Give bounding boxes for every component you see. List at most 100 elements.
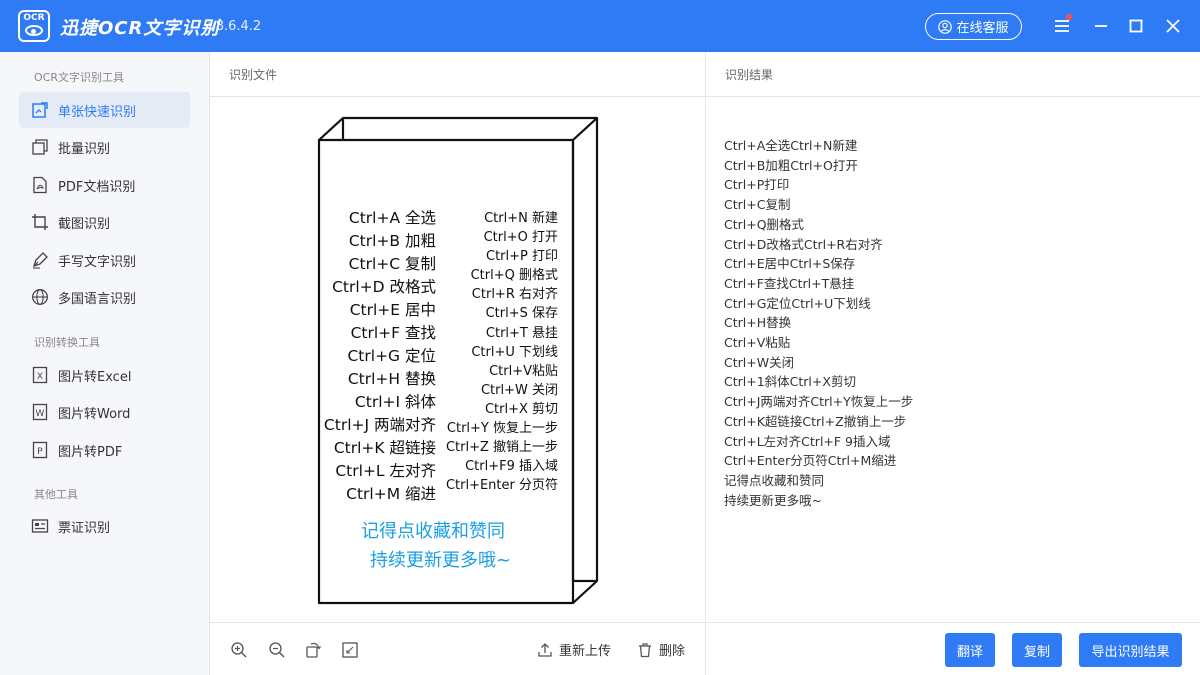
trash-icon (639, 642, 651, 657)
result-line: Ctrl+D改格式Ctrl+R右对齐 (724, 236, 883, 252)
user-icon (938, 19, 953, 34)
book-right-line: Ctrl+U 下划线 (471, 344, 558, 360)
book-left-line: Ctrl+J 两端对齐 (323, 416, 436, 434)
single-image-icon (31, 101, 49, 119)
translate-button[interactable]: 翻译 (945, 633, 995, 667)
minimize-icon (1095, 25, 1107, 27)
eye-icon (25, 25, 43, 36)
book-right-line: Ctrl+S 保存 (485, 306, 558, 322)
copy-button[interactable]: 复制 (1012, 633, 1062, 667)
pen-icon (31, 251, 49, 269)
sidebar-item-pdf-recognition[interactable]: PDF文档识别 (19, 167, 190, 203)
result-line: Ctrl+Enter分页符Ctrl+M缩进 (724, 453, 897, 469)
sidebar: OCR文字识别工具 单张快速识别 批量识别 PDF文档识别 截图识别 手写文字识… (0, 52, 210, 675)
sidebar-item-image-to-excel[interactable]: X 图片转Excel (19, 357, 190, 393)
pdf-file-icon-glyph: P (37, 447, 43, 457)
book-right-line: Ctrl+W 关闭 (480, 382, 558, 398)
sidebar-item-label: PDF文档识别 (58, 179, 136, 195)
sidebar-item-single-recognition[interactable]: 单张快速识别 (19, 92, 190, 128)
crop-icon (31, 213, 49, 231)
upload-icon (538, 642, 552, 657)
title-bar: OCR 迅捷OCR文字识别 v8.6.4.2 在线客服 (0, 0, 1200, 52)
book-right-line: Ctrl+X 剪切 (484, 401, 558, 417)
book-left-line: Ctrl+D 改格式 (332, 278, 436, 296)
book-left-line: Ctrl+I 斜体 (354, 393, 436, 411)
recognition-result-header: 识别结果 (706, 52, 1200, 97)
pdf-icon (31, 176, 49, 194)
book-right-line: Ctrl+P 打印 (486, 249, 558, 265)
book-left-line: Ctrl+H 替换 (347, 370, 436, 388)
sidebar-item-label: 票证识别 (58, 520, 111, 536)
sidebar-section-ocr-tools: OCR文字识别工具 (34, 71, 124, 84)
result-line: Ctrl+V粘贴 (724, 335, 791, 351)
book-left-line: Ctrl+A 全选 (348, 209, 436, 227)
result-line: Ctrl+C复制 (724, 197, 791, 213)
sidebar-item-label: 图片转Excel (58, 369, 132, 385)
zoom-out-button[interactable] (267, 640, 287, 660)
fit-screen-icon (342, 642, 358, 658)
book-left-line: Ctrl+L 左对齐 (335, 462, 436, 480)
book-left-line: Ctrl+K 超链接 (333, 439, 436, 457)
book-left-line: Ctrl+M 缩进 (346, 485, 436, 503)
fit-screen-button[interactable] (340, 640, 360, 660)
sidebar-item-image-to-pdf[interactable]: P 图片转PDF (19, 432, 190, 468)
zoom-in-button[interactable] (229, 640, 249, 660)
book-right-line: Ctrl+Enter 分页符 (445, 478, 558, 494)
book-right-line: Ctrl+R 右对齐 (471, 287, 558, 303)
sidebar-item-handwriting-recognition[interactable]: 手写文字识别 (19, 242, 190, 278)
maximize-icon (1129, 19, 1143, 33)
book-left-line: Ctrl+G 定位 (347, 347, 436, 365)
result-text-area[interactable]: Ctrl+A全选Ctrl+N新建 Ctrl+B加粗Ctrl+O打开 Ctrl+P打印… (724, 136, 1184, 510)
result-line: Ctrl+F查找Ctrl+T悬挂 (724, 275, 855, 291)
book-footer-line-2: 持续更新更多哦~ (370, 550, 512, 571)
result-line: Ctrl+B加粗Ctrl+O打开 (724, 157, 858, 173)
ticket-icon (31, 517, 49, 535)
result-line: Ctrl+Q删格式 (724, 216, 805, 232)
sidebar-item-batch-recognition[interactable]: 批量识别 (19, 129, 190, 165)
result-toolbar: 翻译 复制 导出识别结果 (706, 622, 1200, 675)
book-right-line: Ctrl+F9 插入域 (465, 459, 558, 475)
sidebar-item-multilanguage-recognition[interactable]: 多国语言识别 (19, 279, 190, 315)
result-line: 持续更新更多哦~ (724, 492, 822, 508)
result-line: Ctrl+K超链接Ctrl+Z撤销上一步 (724, 413, 907, 429)
rotate-button[interactable] (303, 640, 323, 660)
result-line: Ctrl+L左对齐Ctrl+F 9插入域 (724, 433, 891, 449)
export-result-button[interactable]: 导出识别结果 (1079, 633, 1182, 667)
app-title: 迅捷OCR文字识别 (60, 18, 220, 39)
result-line: Ctrl+E居中Ctrl+S保存 (724, 256, 856, 272)
menu-button[interactable] (1050, 14, 1074, 38)
recognition-file-header: 识别文件 (210, 52, 705, 97)
result-line: Ctrl+G定位Ctrl+U下划线 (724, 295, 871, 311)
menu-icon (1055, 20, 1069, 32)
sidebar-item-screenshot-recognition[interactable]: 截图识别 (19, 204, 190, 240)
maximize-button[interactable] (1124, 14, 1148, 38)
sidebar-section-conversion-tools: 识别转换工具 (34, 336, 100, 349)
word-icon: W (31, 403, 49, 421)
close-button[interactable] (1161, 14, 1185, 38)
delete-button[interactable]: 删除 (637, 640, 685, 659)
sidebar-item-image-to-word[interactable]: W 图片转Word (19, 394, 190, 430)
book-right-line: Ctrl+V粘贴 (489, 363, 558, 379)
sidebar-item-label: 截图识别 (58, 216, 111, 232)
book-right-line: Ctrl+Q 删格式 (470, 268, 558, 284)
sidebar-item-ticket-recognition[interactable]: 票证识别 (19, 508, 190, 544)
globe-icon (31, 288, 49, 306)
batch-icon (31, 138, 49, 156)
online-service-button[interactable]: 在线客服 (925, 13, 1022, 40)
book-right-line: Ctrl+Y 恢复上一步 (446, 421, 558, 437)
result-line: Ctrl+A全选Ctrl+N新建 (724, 138, 858, 153)
book-right-column: Ctrl+N 新建 Ctrl+O 打开 Ctrl+P 打印 Ctrl+Q 删格式 Ctr… (435, 209, 558, 495)
panel-divider (705, 52, 706, 675)
app-logo-icon: OCR (18, 10, 50, 42)
minimize-button[interactable] (1089, 14, 1113, 38)
logo-text: OCR (23, 13, 45, 23)
pdf-file-icon: P (31, 441, 49, 459)
result-line: Ctrl+J两端对齐Ctrl+Y恢复上一步 (724, 394, 914, 410)
reupload-button[interactable]: 重新上传 (537, 640, 611, 659)
result-line: 记得点收藏和赞同 (724, 472, 825, 488)
result-line: Ctrl+H替换 (724, 315, 792, 331)
book-right-line: Ctrl+O 打开 (483, 230, 558, 246)
book-right-line: Ctrl+Z 撤销上一步 (445, 440, 558, 456)
book-left-line: Ctrl+F 查找 (350, 324, 436, 342)
word-icon-glyph: W (36, 409, 45, 419)
